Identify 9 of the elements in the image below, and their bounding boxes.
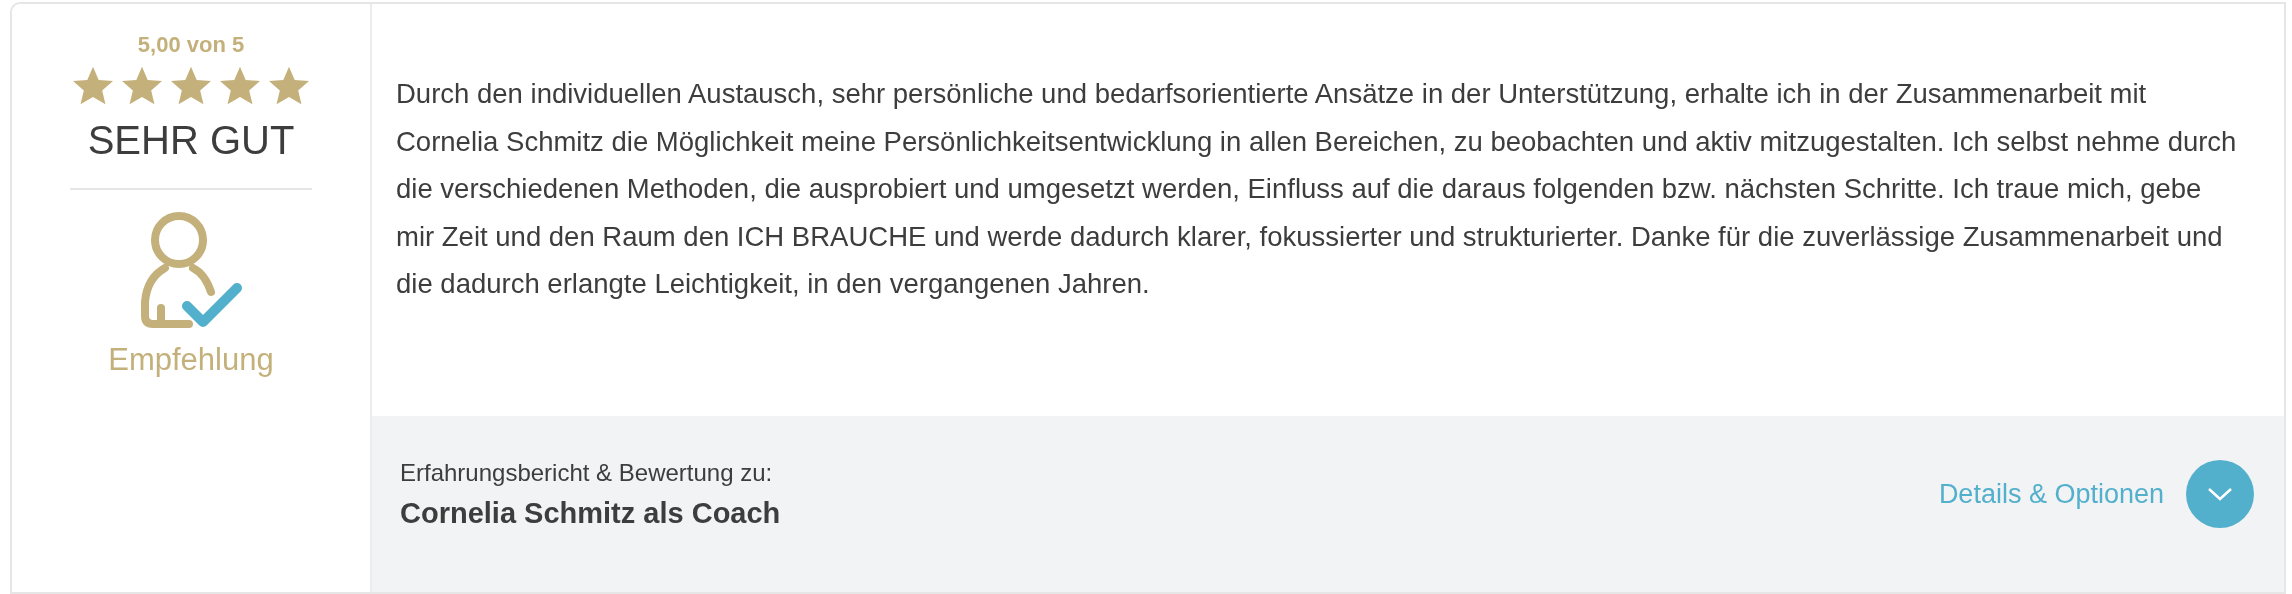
subject-name: Cornelia Schmitz als Coach bbox=[400, 496, 781, 530]
recommended-person-icon bbox=[139, 212, 243, 330]
rating-score: 5,00 von 5 bbox=[137, 32, 245, 58]
review-text: Durch den individuellen Austausch, sehr persönliche und bedarfsorientierte Ansätze in der Unterstützung, erhalte ich in der Zusammenarbeit mit Cornelia Schmitz die Möglichkeit meine Persönlichkeitsentwicklung in allen Bereichen, zu beobachten und aktiv mitzugestalten. Ich selbst nehme durch die verschiedenen Methoden, die ausprobiert und umgesetzt werden, Einfluss auf die daraus folgenden bzw. nächsten Schritte. Ich traue mich, gebe mir Zeit und den Raum den ICH BRAUCHE und werde dadurch klarer, fokussierter und strukturierter. Danke für die zuverlässige Zusammenarbeit und die dadurch erlangte Leichtigkeit, in den vergangenen Jahren. bbox=[395, 77, 2238, 301]
rating-verdict: SEHR GUT bbox=[87, 117, 295, 164]
chevron-down-icon bbox=[2206, 486, 2234, 502]
details-link[interactable]: Details & Optionen bbox=[1938, 478, 2164, 510]
subject-label: Erfahrungsbericht & Bewertung zu: bbox=[400, 458, 774, 487]
recommendation-label: Empfehlung bbox=[108, 342, 274, 378]
